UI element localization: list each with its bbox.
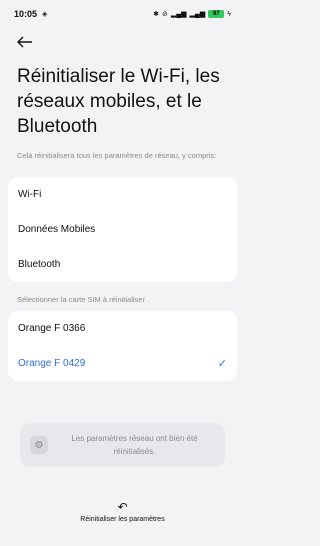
battery-icon: 97 [208, 10, 225, 18]
clock: 10:05 [14, 9, 38, 19]
mute-icon: ⊘ [161, 10, 168, 18]
page-title: Réinitialiser le Wi-Fi, les réseaux mobi… [17, 66, 220, 137]
reset-settings-button[interactable]: ↶ Réinitialiser les paramètres [0, 500, 245, 523]
toast-notification: ⚙ Les paramètres réseau ont bien été réi… [20, 423, 225, 467]
bluetooth-icon: ✱ [153, 10, 159, 18]
list-item-bluetooth: Bluetooth [18, 259, 61, 270]
list-item-wifi: Wi-Fi [18, 189, 42, 200]
back-button[interactable] [14, 32, 36, 52]
undo-icon: ↶ [117, 500, 128, 514]
signal-icon-2: ▂▄▆ [189, 10, 206, 18]
location-icon: ◈ [42, 10, 48, 18]
reset-items-card: Wi-Fi Données Mobiles Bluetooth [8, 177, 237, 282]
arrow-left-icon [17, 36, 32, 48]
checkmark-icon: ✓ [217, 358, 227, 370]
toast-message: Les paramètres réseau ont bien été réini… [71, 434, 198, 456]
signal-icon: ▂▄▆ [170, 10, 187, 18]
sim-option-0366[interactable]: Orange F 0366 [8, 311, 237, 346]
charging-icon: ϟ [227, 10, 231, 18]
reset-section-label: Cela réinitialisera tous les paramètres … [17, 151, 217, 160]
sim-option-0429[interactable]: Orange F 0429 ✓ [8, 346, 237, 381]
sim-card-list: Orange F 0366 Orange F 0429 ✓ [8, 311, 237, 381]
sim-section-label: Sélectionner la carte SIM à réinitialise… [17, 295, 145, 304]
list-item-mobile-data: Données Mobiles [18, 224, 96, 235]
settings-app-icon: ⚙ [30, 436, 48, 454]
reset-settings-label: Réinitialiser les paramètres [80, 516, 165, 523]
status-bar: 10:05 ◈ ✱ ⊘ ▂▄▆ ▂▄▆ 97 ϟ [0, 0, 245, 28]
